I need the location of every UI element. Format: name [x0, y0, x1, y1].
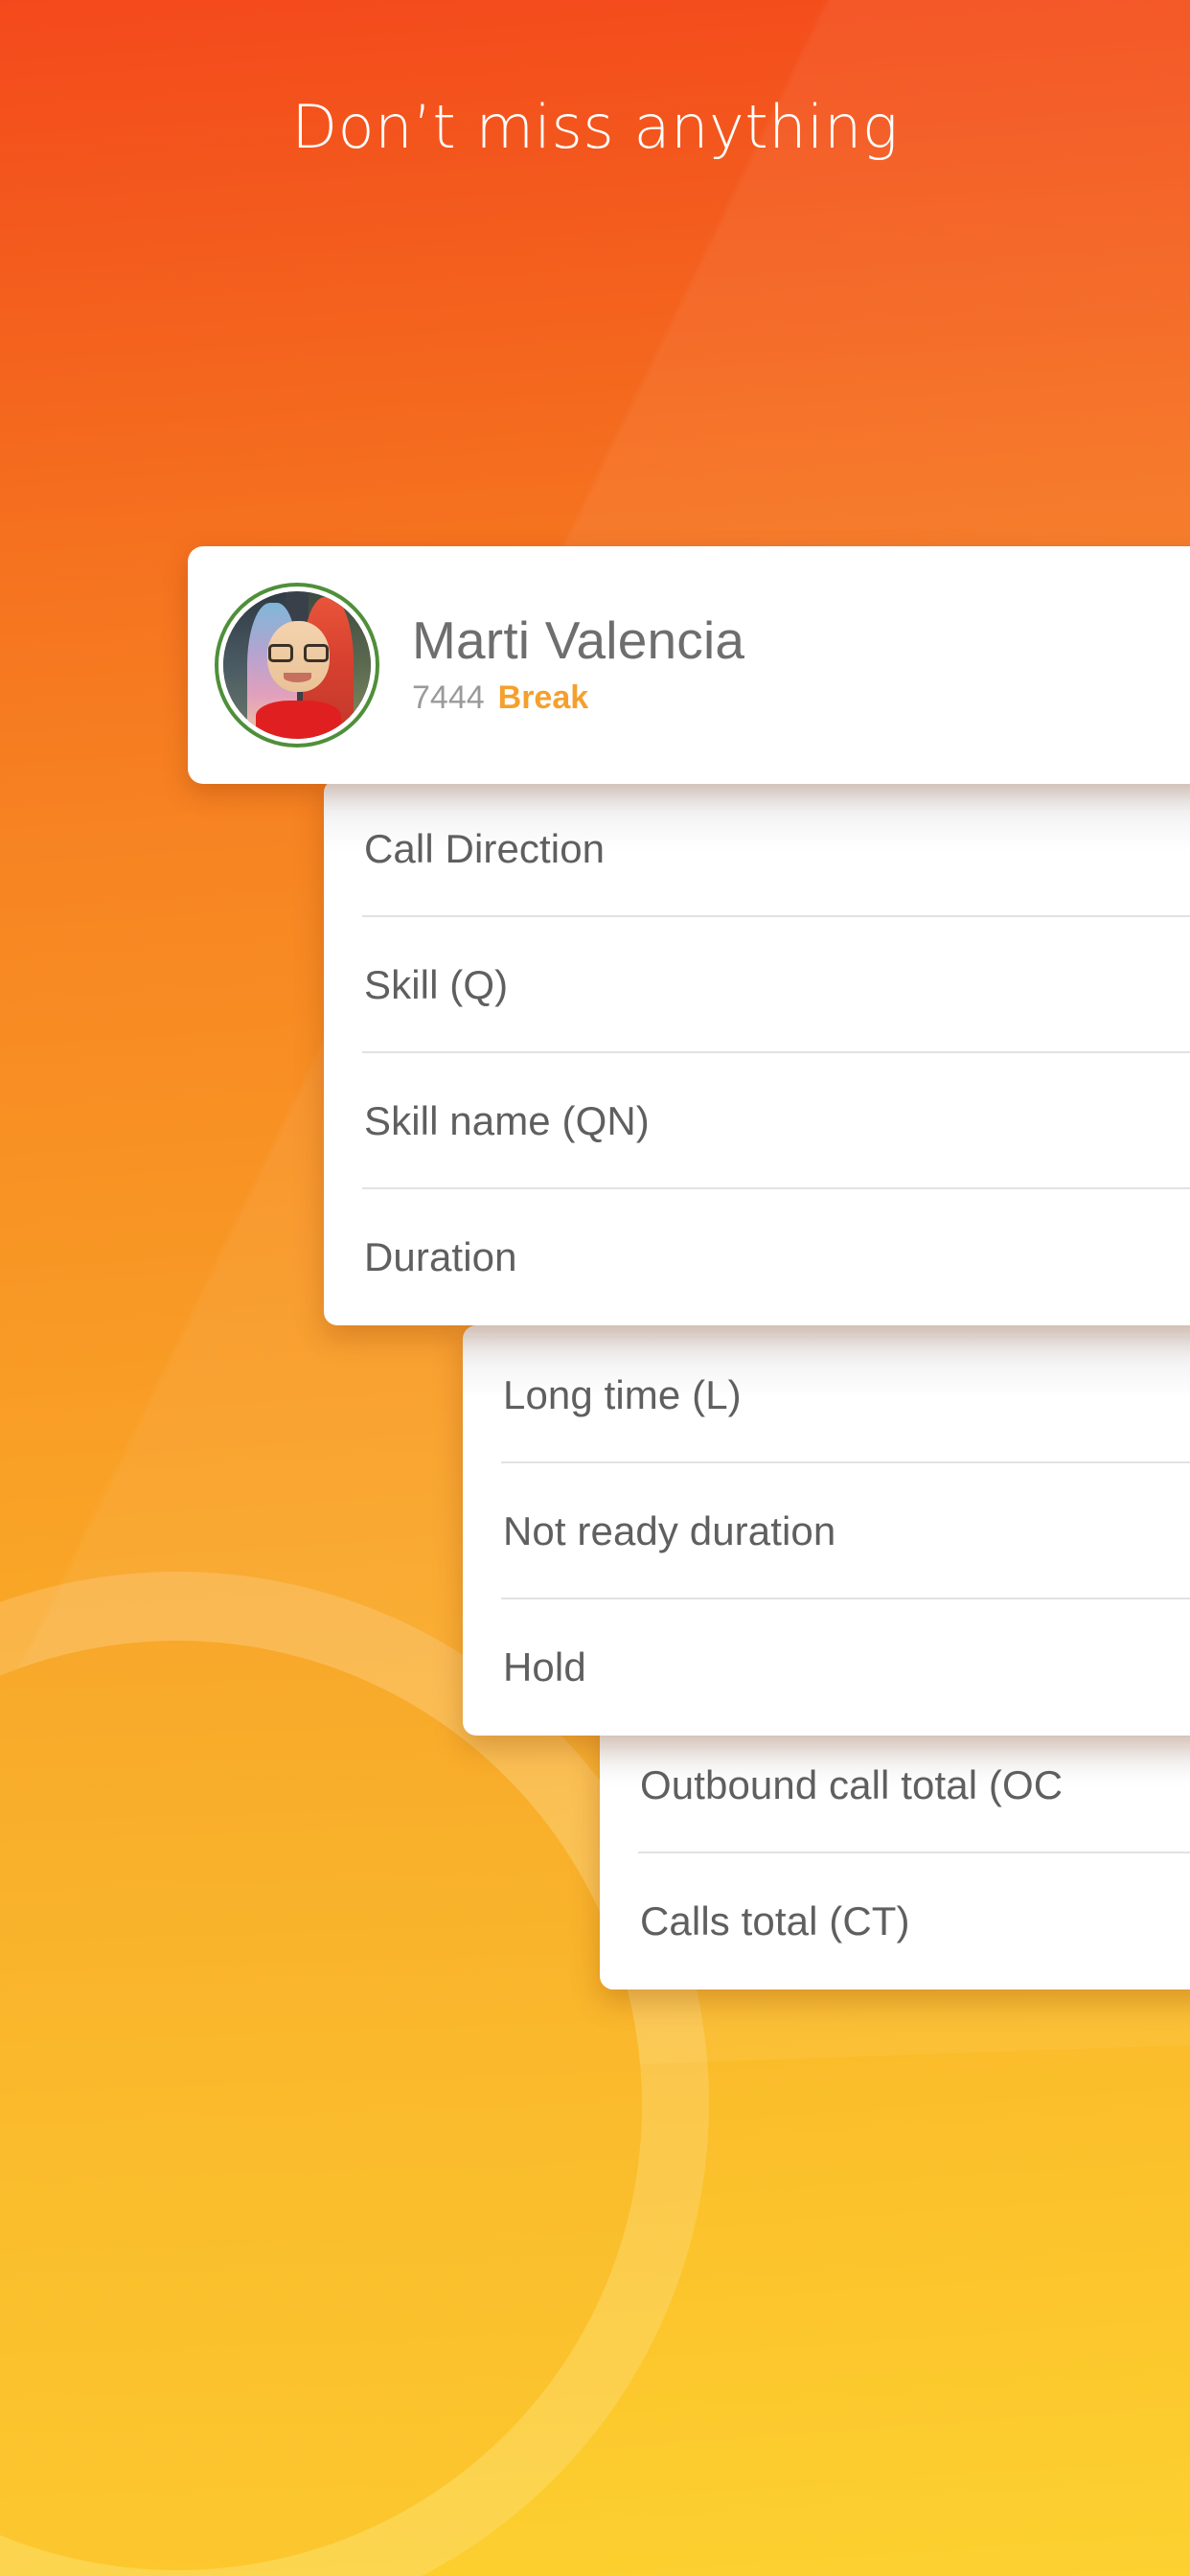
list-item-label: Call Direction	[364, 826, 606, 871]
profile-subline: 7444 Break	[412, 679, 744, 717]
list-item[interactable]: Outbound call total (OC	[600, 1717, 1190, 1853]
list-item[interactable]: Calls total (CT)	[600, 1853, 1190, 1990]
list-item[interactable]: Skill (Q)	[324, 917, 1190, 1053]
profile-text-block: Marti Valencia 7444 Break	[412, 613, 744, 716]
profile-name: Marti Valencia	[412, 610, 745, 671]
avatar	[215, 583, 379, 748]
list-item-label: Long time (L)	[503, 1372, 742, 1417]
profile-card[interactable]: Marti Valencia 7444 Break	[188, 546, 1190, 784]
page-title: Don’t miss anything	[291, 92, 899, 162]
metrics-card-3[interactable]: Outbound call total (OC Calls total (CT)	[600, 1715, 1190, 1990]
list-item[interactable]: Hold	[463, 1599, 1190, 1736]
list-item-label: Calls total (CT)	[640, 1898, 910, 1944]
metrics-card-2[interactable]: Long time (L) Not ready duration Hold	[463, 1325, 1190, 1736]
metrics-card-1[interactable]: Call Direction Skill (Q) Skill name (QN)…	[324, 779, 1190, 1325]
list-item-label: Skill name (QN)	[364, 1098, 650, 1143]
list-item-label: Duration	[364, 1234, 517, 1279]
list-item[interactable]: Call Direction	[324, 781, 1190, 917]
list-item-label: Skill (Q)	[364, 962, 509, 1007]
list-item[interactable]: Not ready duration	[463, 1463, 1190, 1599]
list-item[interactable]: Duration	[324, 1189, 1190, 1325]
list-item-label: Not ready duration	[503, 1508, 836, 1553]
list-item-label: Hold	[503, 1644, 586, 1690]
avatar-status-ring	[215, 583, 379, 748]
list-item-label: Outbound call total (OC	[640, 1762, 1064, 1807]
decorative-circle-inner	[0, 1641, 642, 2570]
profile-extension: 7444	[412, 679, 485, 717]
promo-screen: Don’t miss anything Marti Valencia 7444 B…	[0, 0, 1190, 2576]
list-item[interactable]: Long time (L)	[463, 1327, 1190, 1463]
status-badge: Break	[497, 679, 589, 717]
list-item[interactable]: Skill name (QN)	[324, 1053, 1190, 1189]
